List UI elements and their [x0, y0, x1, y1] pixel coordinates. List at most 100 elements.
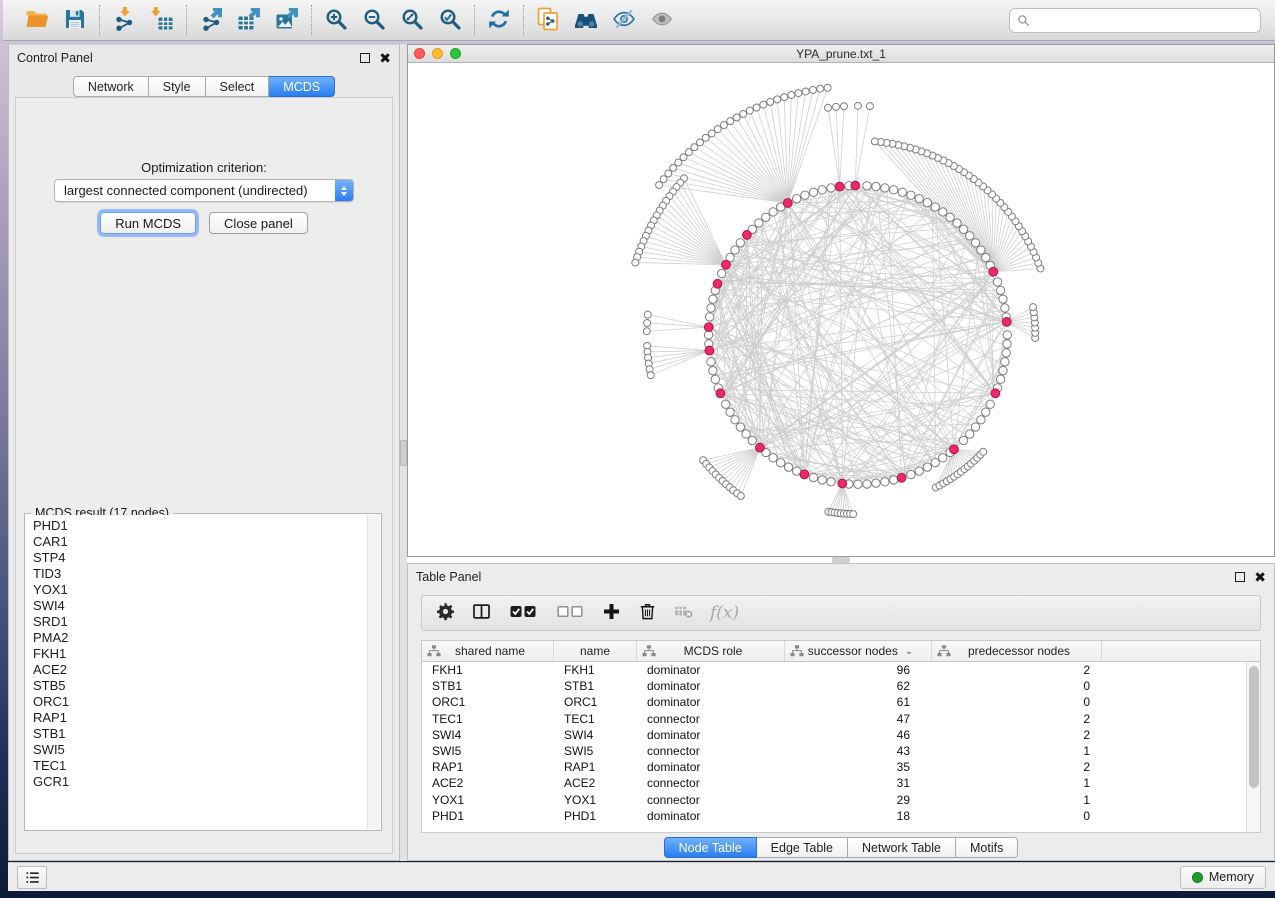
add-column-button[interactable]: [602, 602, 621, 624]
search-input[interactable]: [1035, 13, 1253, 27]
table-row[interactable]: SWI5SWI5connector431: [422, 743, 1246, 759]
column-header-predecessor-nodes[interactable]: predecessor nodes: [932, 641, 1102, 661]
table-row[interactable]: RAP1RAP1dominator352: [422, 759, 1246, 775]
save-session-icon: [63, 7, 87, 34]
mcds-result-item[interactable]: STB5: [33, 678, 367, 694]
delete-column-button[interactable]: [638, 602, 657, 624]
mcds-result-item[interactable]: ACE2: [33, 662, 367, 678]
cell-MCDS-role: dominator: [637, 760, 785, 774]
first-neighbors-button[interactable]: [570, 5, 602, 35]
float-panel-icon[interactable]: [360, 53, 370, 63]
show-gray-eye-button[interactable]: [646, 5, 678, 35]
mcds-result-item[interactable]: PMA2: [33, 630, 367, 646]
control-panel-header: Control Panel ✖: [9, 45, 399, 71]
hide-selected-button[interactable]: [608, 5, 640, 35]
cell-name: RAP1: [554, 760, 637, 774]
table-settings-button[interactable]: [436, 602, 455, 624]
column-layout-button[interactable]: [472, 602, 491, 624]
table-row[interactable]: YOX1YOX1connector291: [422, 792, 1246, 808]
tab-mcds[interactable]: MCDS: [269, 76, 335, 97]
run-mcds-button[interactable]: Run MCDS: [100, 212, 196, 234]
cell-name: SWI4: [554, 728, 637, 742]
import-network-button[interactable]: [108, 5, 140, 35]
tab-motifs[interactable]: Motifs: [956, 837, 1018, 858]
cell-successor-nodes: 62: [785, 679, 932, 693]
column-header-successor-nodes[interactable]: successor nodes⌄: [785, 641, 932, 661]
table-row[interactable]: PHD1PHD1dominator180: [422, 808, 1246, 824]
mcds-result-scrollbar[interactable]: [367, 515, 380, 829]
mcds-result-item[interactable]: SWI4: [33, 598, 367, 614]
refresh-button[interactable]: [483, 5, 515, 35]
zoom-selected-button[interactable]: [434, 5, 466, 35]
select-all-button[interactable]: [508, 603, 538, 623]
tab-edge-table[interactable]: Edge Table: [757, 837, 848, 858]
memory-button[interactable]: Memory: [1180, 866, 1266, 889]
column-header-shared-name[interactable]: shared name: [422, 641, 554, 661]
mcds-result-item[interactable]: FKH1: [33, 646, 367, 662]
node-table: shared namenameMCDS rolesuccessor nodes⌄…: [421, 640, 1261, 833]
zoom-out-button[interactable]: [358, 5, 390, 35]
export-table-button[interactable]: [233, 5, 265, 35]
cell-predecessor-nodes: 2: [932, 712, 1102, 726]
zoom-selected-icon: [438, 7, 462, 34]
export-network-button[interactable]: [195, 5, 227, 35]
export-image-button[interactable]: [271, 5, 303, 35]
table-scrollbar-thumb[interactable]: [1249, 666, 1259, 788]
float-table-panel-icon[interactable]: [1235, 572, 1245, 582]
tab-style[interactable]: Style: [149, 76, 206, 97]
mcds-tab-content: Optimization criterion: largest connecte…: [15, 97, 393, 854]
mcds-result-item[interactable]: RAP1: [33, 710, 367, 726]
close-table-panel-icon[interactable]: ✖: [1254, 572, 1266, 582]
mcds-result-item[interactable]: TEC1: [33, 758, 367, 774]
deselect-all-button[interactable]: [555, 603, 585, 623]
cell-MCDS-role: connector: [637, 776, 785, 790]
column-header-name[interactable]: name: [554, 641, 637, 661]
table-row[interactable]: ACE2ACE2connector311: [422, 775, 1246, 791]
tab-network-table[interactable]: Network Table: [848, 837, 956, 858]
table-row[interactable]: SWI4SWI4dominator462: [422, 727, 1246, 743]
vertical-splitter[interactable]: [400, 44, 407, 861]
table-row[interactable]: FKH1FKH1dominator962: [422, 662, 1246, 678]
mcds-result-list[interactable]: PHD1CAR1STP4TID3YOX1SWI4SRD1PMA2FKH1ACE2…: [26, 515, 367, 829]
tab-select[interactable]: Select: [206, 76, 270, 97]
table-scrollbar[interactable]: [1246, 662, 1260, 832]
mcds-result-item[interactable]: PHD1: [33, 518, 367, 534]
mcds-result-item[interactable]: TID3: [33, 566, 367, 582]
status-menu-button[interactable]: [17, 866, 47, 889]
zoom-in-button[interactable]: [320, 5, 352, 35]
mcds-result-item[interactable]: CAR1: [33, 534, 367, 550]
table-row[interactable]: TEC1TEC1connector472: [422, 711, 1246, 727]
mcds-result-item[interactable]: ORC1: [33, 694, 367, 710]
mcds-result-item[interactable]: STB1: [33, 726, 367, 742]
open-session-button[interactable]: [21, 5, 53, 35]
cell-name: ORC1: [554, 695, 637, 709]
table-row[interactable]: STB1STB1dominator620: [422, 678, 1246, 694]
close-panel-icon[interactable]: ✖: [379, 53, 391, 63]
save-session-button[interactable]: [59, 5, 91, 35]
vertical-splitter-grip[interactable]: [400, 440, 407, 466]
optimization-criterion-select[interactable]: largest connected component (undirected): [54, 179, 354, 202]
table-row[interactable]: ORC1ORC1dominator610: [422, 694, 1246, 710]
mcds-result-item[interactable]: GCR1: [33, 774, 367, 790]
zoom-fit-button[interactable]: [396, 5, 428, 35]
import-table-icon: [150, 7, 174, 34]
mcds-result-item[interactable]: SWI5: [33, 742, 367, 758]
close-panel-button[interactable]: Close panel: [209, 212, 308, 234]
cell-shared-name: ACE2: [422, 776, 554, 790]
mcds-result-item[interactable]: SRD1: [33, 614, 367, 630]
cell-successor-nodes: 31: [785, 776, 932, 790]
mcds-result-item[interactable]: STP4: [33, 550, 367, 566]
tab-node-table[interactable]: Node Table: [664, 837, 757, 858]
memory-label: Memory: [1209, 870, 1254, 884]
tab-network[interactable]: Network: [73, 76, 149, 97]
search-box[interactable]: [1009, 8, 1261, 33]
cell-successor-nodes: 61: [785, 695, 932, 709]
network-graph[interactable]: [408, 64, 1274, 556]
import-table-button[interactable]: [146, 5, 178, 35]
table-header-row: shared namenameMCDS rolesuccessor nodes⌄…: [422, 641, 1260, 662]
column-header-MCDS-role[interactable]: MCDS role: [637, 641, 785, 661]
cell-MCDS-role: dominator: [637, 663, 785, 677]
mcds-result-item[interactable]: YOX1: [33, 582, 367, 598]
duplicate-network-button[interactable]: [532, 5, 564, 35]
network-canvas[interactable]: [408, 64, 1274, 556]
